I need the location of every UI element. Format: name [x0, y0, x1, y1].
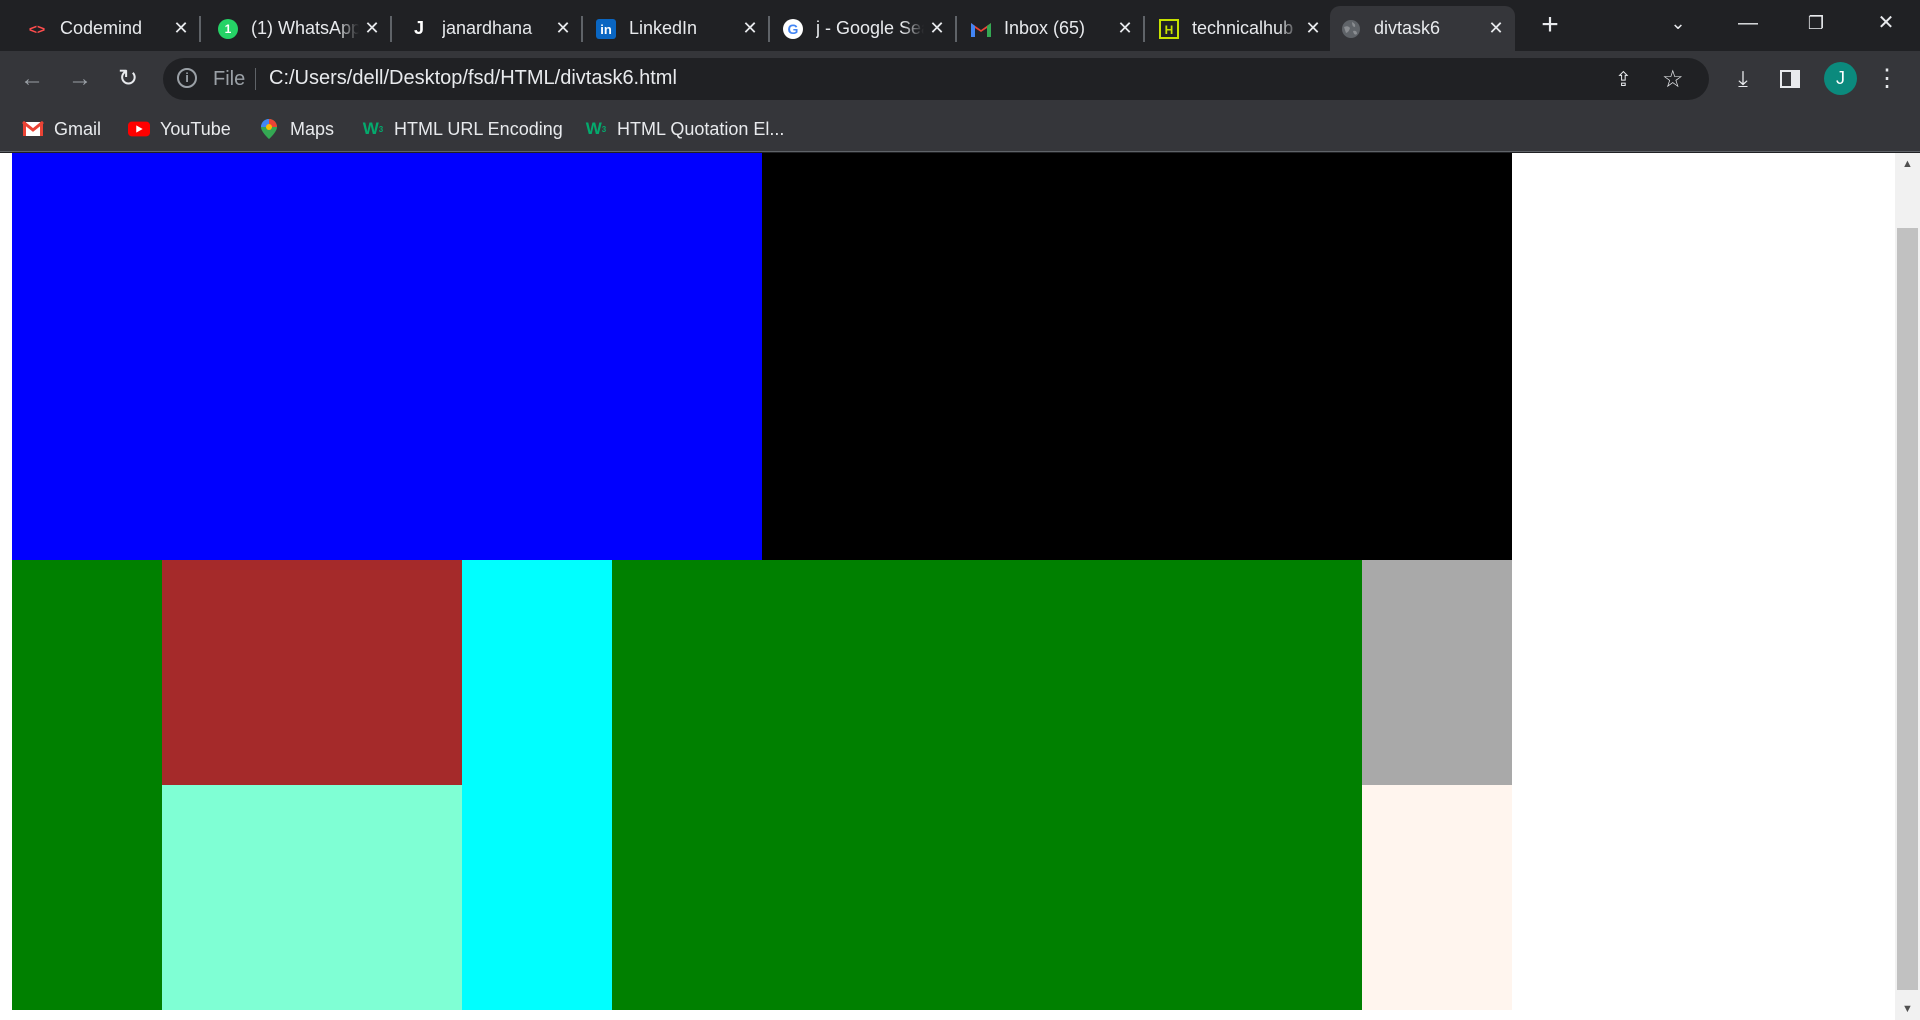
back-icon[interactable]: ←: [14, 61, 50, 97]
tab-title: j - Google Search: [816, 18, 924, 38]
brown-block: [162, 560, 462, 785]
green-left-block: [12, 560, 162, 1010]
tab-technicalhub[interactable]: H technicalhub ✕: [1148, 6, 1332, 51]
restore-icon[interactable]: ❐: [1788, 6, 1844, 40]
browser-toolbar: ← → ↻ i File C:/Users/dell/Desktop/fsd/H…: [0, 51, 1920, 106]
tab-title: LinkedIn: [629, 18, 698, 38]
close-icon[interactable]: ✕: [1112, 18, 1138, 39]
tab-title: (1) WhatsApp: [251, 18, 359, 38]
scroll-up-arrow-icon[interactable]: ▲: [1895, 155, 1920, 173]
tab-separator: [955, 16, 957, 42]
tab-gmail-inbox[interactable]: Inbox (65) ✕: [960, 6, 1145, 51]
bookmark-star-icon[interactable]: ☆: [1662, 65, 1684, 94]
tab-separator: [1143, 16, 1145, 42]
globe-icon: [1340, 18, 1362, 40]
minimize-icon[interactable]: —: [1720, 6, 1776, 40]
svg-text:G: G: [788, 21, 799, 37]
tab-title: Codemind: [60, 18, 143, 38]
reload-icon[interactable]: ↻: [110, 61, 146, 97]
svg-text:in: in: [600, 22, 612, 37]
tab-codemind[interactable]: <> Codemind ✕: [16, 6, 201, 51]
close-icon[interactable]: ✕: [359, 18, 385, 39]
darkgray-block: [1362, 560, 1512, 785]
linkedin-icon: in: [595, 18, 617, 40]
tab-janardhana[interactable]: J janardhana ✕: [398, 6, 583, 51]
gmail-icon: [970, 18, 992, 40]
svg-text:H: H: [1165, 23, 1174, 37]
tab-strip: <> Codemind ✕ 1 (1) WhatsApp ✕ J janardh…: [0, 0, 1920, 51]
bookmark-maps[interactable]: Maps: [258, 106, 334, 152]
tab-separator: [199, 16, 201, 42]
tab-google-search[interactable]: G j - Google Search ✕: [772, 6, 957, 51]
tab-separator: [768, 16, 770, 42]
new-tab-icon[interactable]: +: [1535, 10, 1565, 40]
tab-whatsapp[interactable]: 1 (1) WhatsApp ✕: [207, 6, 392, 51]
seashell-block: [1362, 785, 1512, 1010]
profile-avatar[interactable]: J: [1824, 62, 1857, 95]
menu-kebab-icon[interactable]: ⋮: [1870, 61, 1904, 97]
tab-title: technicalhub: [1192, 18, 1294, 38]
j-icon: J: [413, 18, 424, 38]
bookmark-gmail[interactable]: Gmail: [22, 106, 101, 152]
black-block: [762, 153, 1512, 560]
tab-title: divtask6: [1374, 18, 1441, 38]
close-icon[interactable]: ✕: [737, 18, 763, 39]
technicalhub-icon: H: [1158, 18, 1180, 40]
close-icon[interactable]: ✕: [168, 18, 194, 39]
w3schools-icon: W3: [362, 119, 384, 138]
bookmark-label: Gmail: [54, 118, 102, 139]
google-icon: G: [782, 18, 804, 40]
forward-icon[interactable]: →: [62, 61, 98, 97]
bookmark-youtube[interactable]: YouTube: [128, 106, 231, 152]
tab-linkedin[interactable]: in LinkedIn ✕: [585, 6, 770, 51]
maps-icon: [258, 119, 280, 139]
close-icon[interactable]: ✕: [1483, 18, 1509, 39]
aquamarine-block: [162, 785, 462, 1010]
bookmark-label: YouTube: [160, 118, 231, 139]
green-center-block: [612, 560, 1362, 1010]
whatsapp-icon: 1: [217, 18, 239, 40]
scheme-label: File: [213, 68, 246, 90]
tab-search-chevron-icon[interactable]: ⌄: [1650, 6, 1706, 40]
gmail-icon: [22, 120, 44, 138]
tab-title: Inbox (65): [1004, 18, 1086, 38]
close-icon[interactable]: ✕: [924, 18, 950, 39]
cyan-block: [462, 560, 612, 1010]
close-icon[interactable]: ✕: [550, 18, 576, 39]
side-panel-icon[interactable]: [1773, 61, 1807, 97]
address-bar[interactable]: i File C:/Users/dell/Desktop/fsd/HTML/di…: [163, 58, 1709, 100]
download-icon[interactable]: ⤓: [1726, 61, 1760, 97]
bookmark-html-quotation[interactable]: W3 HTML Quotation El...: [585, 106, 785, 152]
page-viewport: ▲ ▼: [0, 153, 1920, 1020]
close-icon[interactable]: ✕: [1300, 18, 1326, 39]
youtube-icon: [128, 120, 150, 138]
omnibox-divider: [255, 68, 256, 90]
w3schools-icon: W3: [585, 119, 607, 138]
window-close-icon[interactable]: ✕: [1858, 6, 1914, 40]
blue-block: [12, 153, 762, 560]
site-info-icon[interactable]: i: [177, 68, 197, 88]
tab-separator: [390, 16, 392, 42]
bookmark-label: HTML URL Encoding: [394, 118, 563, 139]
tab-title: janardhana: [442, 18, 533, 38]
bookmark-label: Maps: [290, 118, 335, 139]
url-text[interactable]: C:/Users/dell/Desktop/fsd/HTML/divtask6.…: [269, 67, 677, 90]
bookmark-html-url-encoding[interactable]: W3 HTML URL Encoding: [362, 106, 563, 152]
tab-divtask6[interactable]: divtask6 ✕: [1330, 6, 1515, 51]
bookmark-label: HTML Quotation El...: [617, 118, 785, 139]
svg-text:1: 1: [225, 22, 232, 36]
scrollbar-thumb[interactable]: [1897, 228, 1918, 990]
share-icon[interactable]: ⇪: [1615, 67, 1632, 92]
scroll-down-arrow-icon[interactable]: ▼: [1895, 1000, 1920, 1018]
tab-separator: [581, 16, 583, 42]
codemind-icon: <>: [28, 20, 46, 37]
bookmarks-bar: Gmail YouTube Maps W3 HTML URL Encoding …: [0, 106, 1920, 152]
